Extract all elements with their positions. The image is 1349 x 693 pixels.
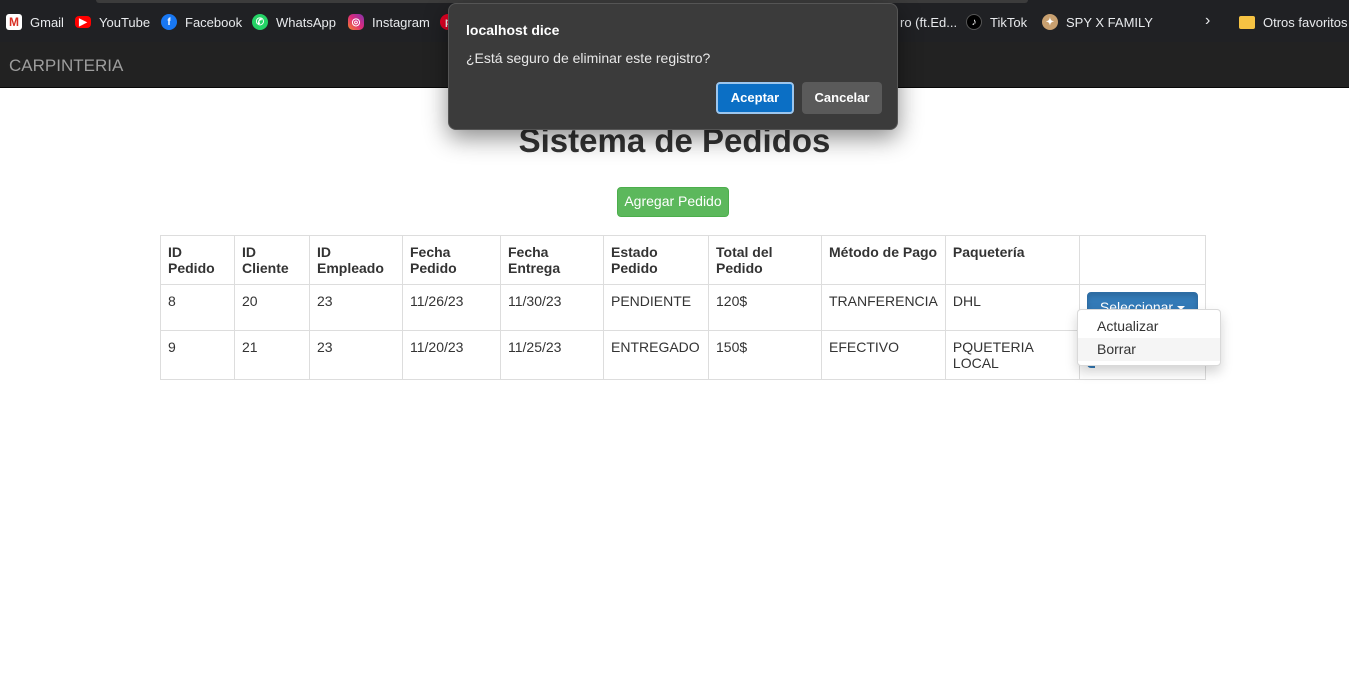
bookmark-label: WhatsApp [276,14,336,30]
navbar-brand[interactable]: CARPINTERIA [9,56,123,76]
bookmark-other-favorites[interactable]: Otros favoritos [1239,12,1348,32]
header-estado-pedido: Estado Pedido [603,235,709,285]
bookmark-label: TikTok [990,14,1028,30]
cell-total: 150$ [708,330,822,380]
header-fecha-entrega: Fecha Entrega [500,235,604,285]
bookmark-facebook[interactable]: f Facebook [161,12,242,32]
menu-item-borrar[interactable]: Borrar [1078,338,1220,361]
orders-table: ID Pedido ID Cliente ID Empleado Fecha P… [160,235,1207,380]
add-order-button[interactable]: Agregar Pedido [617,187,729,217]
cell-total: 120$ [708,284,822,331]
header-fecha-pedido: Fecha Pedido [402,235,501,285]
dialog-message: ¿Está seguro de eliminar este registro? [466,50,711,66]
chevron-right-icon[interactable]: › [1205,12,1210,30]
bookmark-label: SPY X FAMILY [1066,14,1153,30]
bookmark-label: YouTube [99,14,151,30]
cell-fecha-pedido: 11/20/23 [402,330,501,380]
cell-fecha-pedido: 11/26/23 [402,284,501,331]
bookmark-spy-x-family[interactable]: ✦ SPY X FAMILY [1042,12,1153,32]
youtube-icon: ▶ [75,16,91,28]
cell-id-pedido: 9 [160,330,235,380]
bookmark-gmail[interactable]: M Gmail [6,12,64,32]
menu-item-actualizar[interactable]: Actualizar [1078,315,1220,338]
bookmark-label: Otros favoritos [1263,14,1348,30]
bookmark-song[interactable]: ro (ft.Ed... [900,12,957,32]
bookmark-label: Instagram [372,14,430,30]
tiktok-icon: ♪ [966,14,982,30]
header-id-empleado: ID Empleado [309,235,403,285]
header-id-cliente: ID Cliente [234,235,310,285]
bookmark-label: ro (ft.Ed... [900,14,958,30]
bookmark-label: Facebook [185,14,243,30]
table-row: 8 20 23 11/26/23 11/30/23 PENDIENTE 120$… [160,284,1207,331]
accept-button[interactable]: Aceptar [716,82,794,114]
header-actions [1078,235,1207,285]
actions-dropdown-menu: Actualizar Borrar [1077,309,1221,366]
gmail-icon: M [6,14,22,30]
bookmark-youtube[interactable]: ▶ YouTube [75,12,150,32]
cell-id-cliente: 21 [234,330,310,380]
cell-fecha-entrega: 11/25/23 [500,330,604,380]
bookmark-instagram[interactable]: ◎ Instagram [348,12,430,32]
table-row: 9 21 23 11/20/23 11/25/23 ENTREGADO 150$… [160,330,1207,380]
cell-id-empleado: 23 [309,284,403,331]
instagram-icon: ◎ [348,14,364,30]
dialog-title: localhost dice [466,22,560,38]
cell-paqueteria: PQUETERIA LOCAL [944,330,1080,380]
bookmark-whatsapp[interactable]: ✆ WhatsApp [252,12,336,32]
cell-metodo-pago: EFECTIVO [821,330,946,380]
confirm-dialog: localhost dice ¿Está seguro de eliminar … [448,3,898,130]
cell-id-empleado: 23 [309,330,403,380]
cell-id-cliente: 20 [234,284,310,331]
header-metodo-pago: Método de Pago [821,235,946,285]
spy-family-icon: ✦ [1042,14,1058,30]
header-id-pedido: ID Pedido [160,235,235,285]
bookmark-tiktok[interactable]: ♪ TikTok [966,12,1027,32]
cell-estado-pedido: PENDIENTE [603,284,709,331]
cell-id-pedido: 8 [160,284,235,331]
whatsapp-icon: ✆ [252,14,268,30]
cell-metodo-pago: TRANFERENCIA [821,284,946,331]
cell-paqueteria: DHL [944,284,1080,331]
cancel-button[interactable]: Cancelar [802,82,882,114]
cell-fecha-entrega: 11/30/23 [500,284,604,331]
header-total: Total del Pedido [708,235,822,285]
facebook-icon: f [161,14,177,30]
folder-icon [1239,15,1255,29]
cell-estado-pedido: ENTREGADO [603,330,709,380]
bookmark-label: Gmail [30,14,64,30]
table-header-row: ID Pedido ID Cliente ID Empleado Fecha P… [160,235,1207,285]
header-paqueteria: Paquetería [944,235,1080,285]
